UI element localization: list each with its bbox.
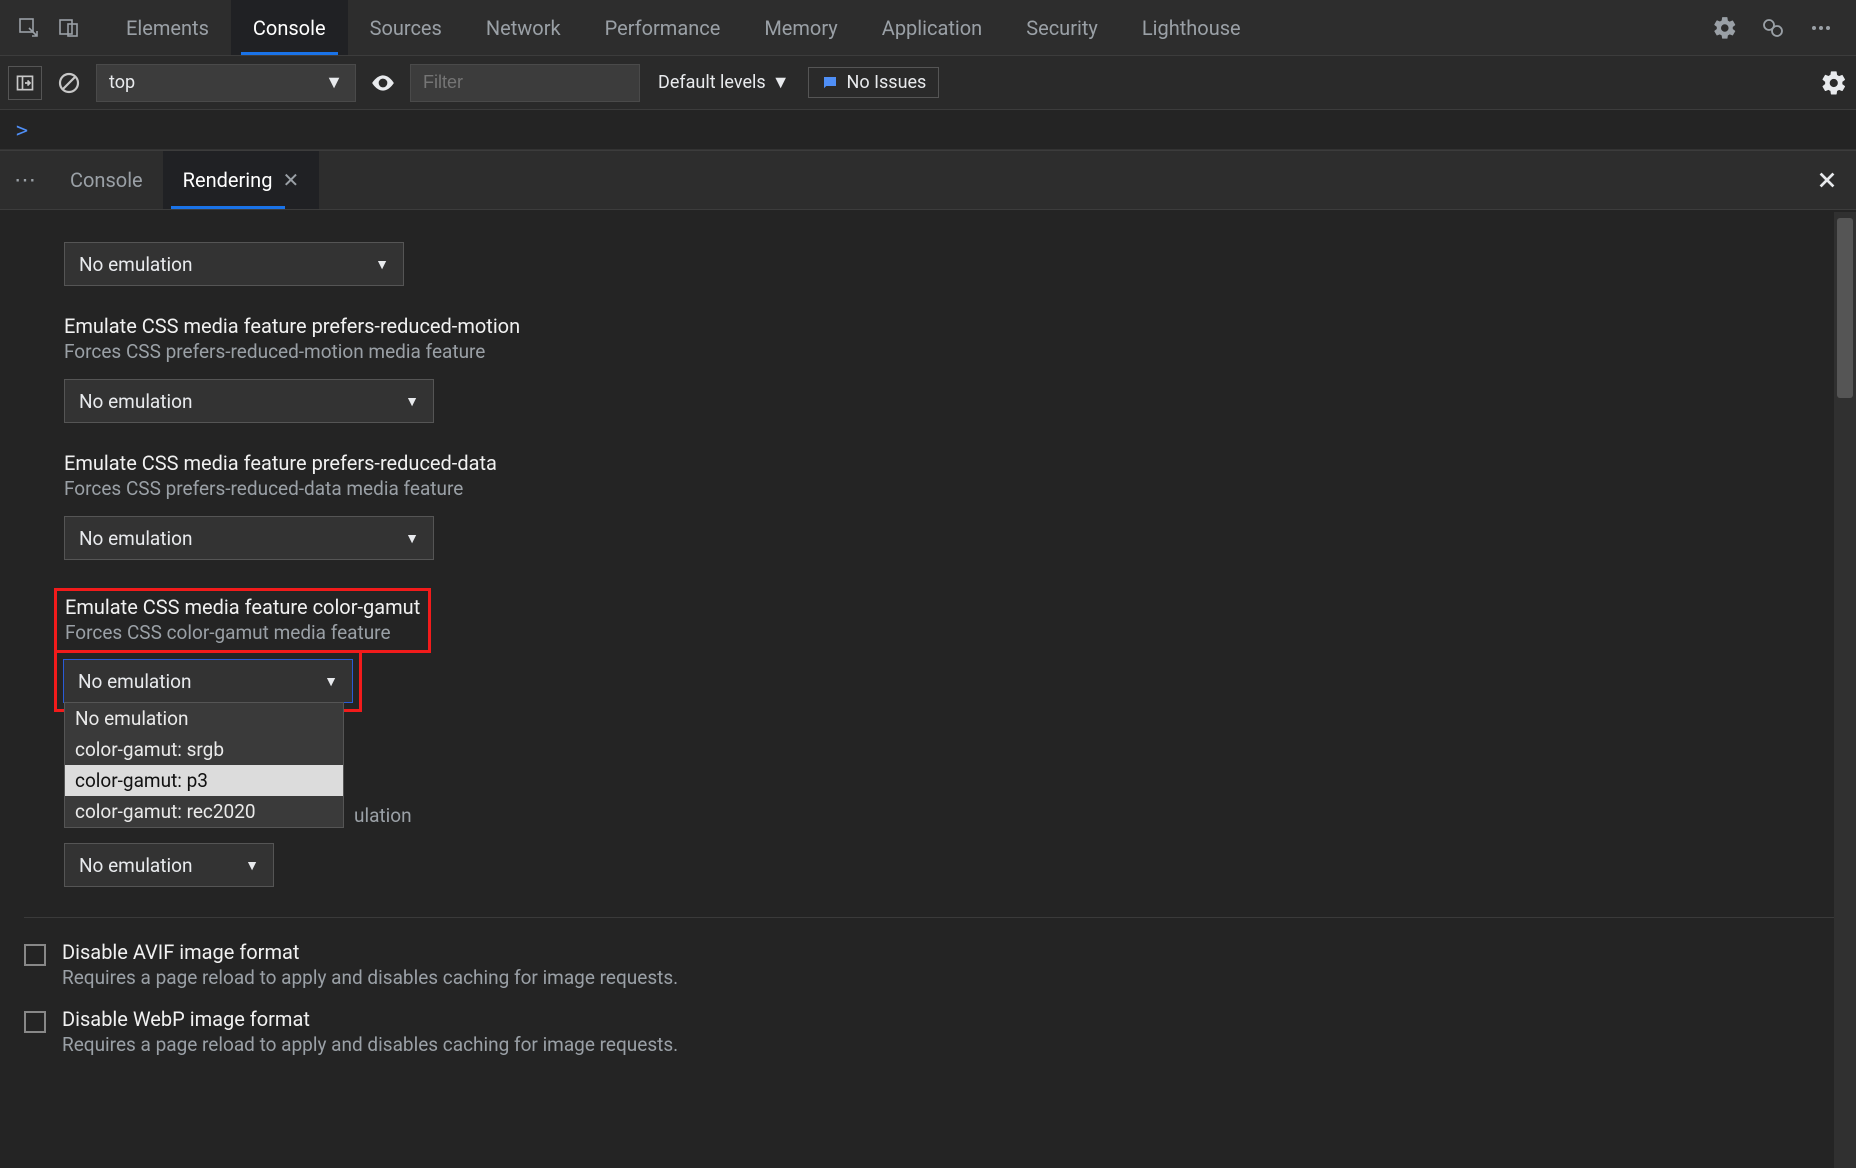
- section-top: No emulation ▼: [64, 242, 1834, 286]
- inspect-element-icon[interactable]: [10, 9, 48, 47]
- select-value: No emulation: [79, 854, 192, 877]
- checkbox-texts: Disable WebP image format Requires a pag…: [62, 1007, 678, 1056]
- levels-select[interactable]: Default levels ▼: [650, 72, 798, 93]
- option-no-emulation[interactable]: No emulation: [65, 703, 343, 734]
- toolbar-left-icons: [6, 9, 92, 47]
- tab-security[interactable]: Security: [1004, 0, 1120, 55]
- option-srgb[interactable]: color-gamut: srgb: [65, 734, 343, 765]
- select-value: No emulation: [79, 390, 192, 413]
- drawer-tab-label: Rendering: [183, 168, 273, 192]
- device-toggle-icon[interactable]: [50, 9, 88, 47]
- highlight-box: No emulation ▼ No emulation color-gamut:…: [54, 650, 362, 712]
- issues-label: No Issues: [847, 72, 927, 93]
- chevron-down-icon: ▼: [772, 72, 790, 93]
- scrollbar-thumb[interactable]: [1837, 218, 1853, 398]
- console-filterbar: top ▼ Default levels ▼ No Issues: [0, 56, 1856, 110]
- drawer-tab-console[interactable]: Console: [50, 151, 163, 209]
- context-select[interactable]: top ▼: [96, 64, 356, 102]
- tab-sources[interactable]: Sources: [348, 0, 464, 55]
- settings-gear-icon[interactable]: [1706, 9, 1744, 47]
- filter-input[interactable]: [410, 64, 640, 102]
- select-peek[interactable]: No emulation ▼: [64, 843, 274, 887]
- scrollbar[interactable]: [1834, 212, 1856, 1168]
- select-value: No emulation: [79, 253, 192, 276]
- experiments-icon[interactable]: [1754, 9, 1792, 47]
- tab-lighthouse[interactable]: Lighthouse: [1120, 0, 1263, 55]
- option-rec2020[interactable]: color-gamut: rec2020: [65, 796, 343, 827]
- more-menu-icon[interactable]: [1802, 9, 1840, 47]
- issues-button[interactable]: No Issues: [808, 67, 940, 98]
- drawer-tab-label: Console: [70, 168, 143, 192]
- select-top[interactable]: No emulation ▼: [64, 242, 404, 286]
- option-p3[interactable]: color-gamut: p3: [65, 765, 343, 796]
- checkbox-desc: Requires a page reload to apply and disa…: [62, 966, 678, 989]
- select-color-gamut[interactable]: No emulation ▼ No emulation color-gamut:…: [63, 659, 353, 703]
- tab-performance[interactable]: Performance: [583, 0, 743, 55]
- chevron-down-icon: ▼: [325, 72, 343, 93]
- dropdown-color-gamut: No emulation color-gamut: srgb color-gam…: [64, 702, 344, 828]
- section-title: Emulate CSS media feature prefers-reduce…: [64, 451, 1834, 475]
- checkbox-avif[interactable]: [24, 944, 46, 966]
- drawer-close-icon[interactable]: [1798, 169, 1856, 191]
- checkbox-title: Disable WebP image format: [62, 1007, 678, 1031]
- panel-tabs: Elements Console Sources Network Perform…: [104, 0, 1263, 55]
- section-color-gamut: Emulate CSS media feature color-gamut Fo…: [54, 588, 1834, 712]
- sidebar-toggle-icon[interactable]: [8, 66, 42, 100]
- section-reduced-motion: Emulate CSS media feature prefers-reduce…: [64, 314, 1834, 423]
- rendering-panel: No emulation ▼ Emulate CSS media feature…: [0, 212, 1834, 1168]
- tab-application[interactable]: Application: [860, 0, 1004, 55]
- checkbox-row-webp: Disable WebP image format Requires a pag…: [24, 1007, 1834, 1056]
- checkbox-texts: Disable AVIF image format Requires a pag…: [62, 940, 678, 989]
- section-desc: Forces CSS prefers-reduced-data media fe…: [64, 477, 1834, 500]
- levels-label: Default levels: [658, 72, 766, 93]
- select-reduced-data[interactable]: No emulation ▼: [64, 516, 434, 560]
- console-settings-gear-icon[interactable]: [1820, 69, 1848, 97]
- drawer-more-icon[interactable]: ⋯: [0, 168, 50, 193]
- context-select-value: top: [109, 72, 135, 93]
- chevron-down-icon: ▼: [245, 857, 259, 874]
- select-reduced-motion[interactable]: No emulation ▼: [64, 379, 434, 423]
- drawer-tabs: ⋯ Console Rendering ✕: [0, 150, 1856, 210]
- chevron-down-icon: ▼: [324, 673, 338, 690]
- checkbox-webp[interactable]: [24, 1011, 46, 1033]
- tab-elements[interactable]: Elements: [104, 0, 231, 55]
- select-value: No emulation: [78, 670, 191, 693]
- console-prompt[interactable]: >: [0, 110, 1856, 150]
- section-title: Emulate CSS media feature color-gamut: [65, 595, 420, 619]
- section-desc: Forces CSS color-gamut media feature: [65, 621, 420, 644]
- close-icon[interactable]: ✕: [282, 168, 299, 192]
- section-reduced-data: Emulate CSS media feature prefers-reduce…: [64, 451, 1834, 560]
- tab-console[interactable]: Console: [231, 0, 348, 55]
- prompt-chevron-icon: >: [16, 118, 28, 142]
- tab-memory[interactable]: Memory: [742, 0, 859, 55]
- peek-text: ulation: [354, 804, 1834, 827]
- checkbox-row-avif: Disable AVIF image format Requires a pag…: [24, 940, 1834, 989]
- toolbar-right: [1706, 9, 1850, 47]
- highlight-box: Emulate CSS media feature color-gamut Fo…: [54, 588, 431, 653]
- section-title: Emulate CSS media feature prefers-reduce…: [64, 314, 1834, 338]
- chevron-down-icon: ▼: [375, 256, 389, 273]
- section-desc: Forces CSS prefers-reduced-motion media …: [64, 340, 1834, 363]
- chevron-down-icon: ▼: [405, 393, 419, 410]
- chat-icon: [821, 74, 839, 92]
- chevron-down-icon: ▼: [405, 530, 419, 547]
- tab-network[interactable]: Network: [464, 0, 583, 55]
- checkbox-title: Disable AVIF image format: [62, 940, 678, 964]
- checkbox-desc: Requires a page reload to apply and disa…: [62, 1033, 678, 1056]
- live-expression-icon[interactable]: [366, 66, 400, 100]
- separator: [24, 917, 1834, 918]
- clear-console-icon[interactable]: [52, 66, 86, 100]
- select-value: No emulation: [79, 527, 192, 550]
- drawer-tab-rendering[interactable]: Rendering ✕: [163, 151, 320, 209]
- devtools-toolbar: Elements Console Sources Network Perform…: [0, 0, 1856, 56]
